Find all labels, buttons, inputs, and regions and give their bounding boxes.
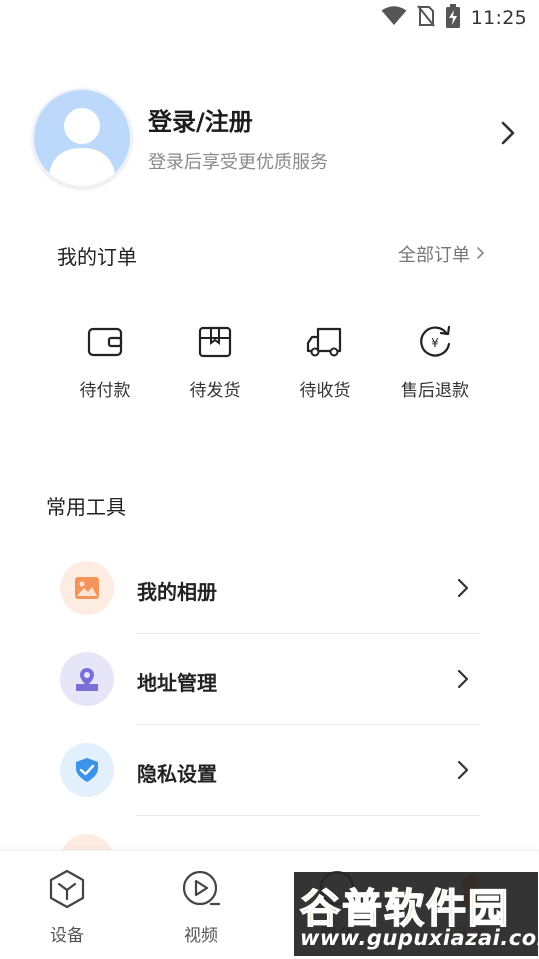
watermark: 谷普软件园 www.gupuxiazai.com <box>294 872 539 956</box>
tab-device[interactable]: 设备 <box>17 869 117 946</box>
tools-title: 常用工具 <box>46 495 126 519</box>
photo-icon <box>60 561 114 615</box>
all-orders-link[interactable]: 全部订单 <box>398 241 485 267</box>
tab-video[interactable]: 视频 <box>151 869 251 946</box>
order-item-label: 待收货 <box>299 381 351 401</box>
order-status-list: 待付款 待发货 待收货 ¥ 售后退款 <box>50 322 490 412</box>
order-item-label: 待付款 <box>79 381 131 401</box>
no-sim-icon <box>416 5 435 31</box>
chevron-right-icon <box>456 759 470 785</box>
all-orders-label: 全部订单 <box>398 245 470 266</box>
tab-label: 设备 <box>50 926 84 946</box>
box-icon <box>195 322 235 362</box>
shield-check-icon <box>60 743 114 797</box>
order-pending-payment[interactable]: 待付款 <box>50 322 160 412</box>
orders-title: 我的订单 <box>57 245 137 269</box>
status-icons: 11:25 <box>381 4 527 32</box>
truck-icon <box>305 322 345 362</box>
tool-label: 我的相册 <box>137 580 217 604</box>
order-pending-receipt[interactable]: 待收货 <box>270 322 380 412</box>
watermark-url: www.gupuxiazai.com <box>300 926 539 950</box>
tool-label: 隐私设置 <box>137 762 217 786</box>
wifi-icon <box>381 6 407 30</box>
device-icon <box>48 869 86 913</box>
order-item-label: 售后退款 <box>401 381 469 401</box>
tool-row-address[interactable]: 地址管理 <box>60 634 480 725</box>
chevron-right-icon <box>476 244 485 265</box>
order-item-label: 待发货 <box>189 381 241 401</box>
svg-text:¥: ¥ <box>431 336 439 350</box>
refund-icon: ¥ <box>415 322 455 362</box>
video-icon <box>181 869 221 913</box>
chevron-right-icon <box>456 668 470 694</box>
tool-row-privacy[interactable]: 隐私设置 <box>60 725 480 816</box>
order-pending-shipment[interactable]: 待发货 <box>160 322 270 412</box>
location-icon <box>60 652 114 706</box>
profile-subtitle: 登录后享受更优质服务 <box>148 152 328 173</box>
wallet-icon <box>85 322 125 362</box>
chevron-right-icon <box>456 577 470 603</box>
login-register-link[interactable]: 登录/注册 <box>148 102 253 137</box>
tool-row-album[interactable]: 我的相册 <box>60 543 480 634</box>
status-bar: 11:25 <box>0 0 539 36</box>
order-after-sales-refund[interactable]: ¥ 售后退款 <box>380 322 490 412</box>
tab-label: 视频 <box>184 926 218 946</box>
status-time: 11:25 <box>470 7 527 29</box>
chevron-right-icon[interactable] <box>500 120 516 150</box>
tool-label: 地址管理 <box>137 671 217 695</box>
profile-header[interactable]: 登录/注册 登录后享受更优质服务 <box>30 84 520 188</box>
avatar[interactable] <box>32 88 132 188</box>
battery-charging-icon <box>445 4 461 32</box>
